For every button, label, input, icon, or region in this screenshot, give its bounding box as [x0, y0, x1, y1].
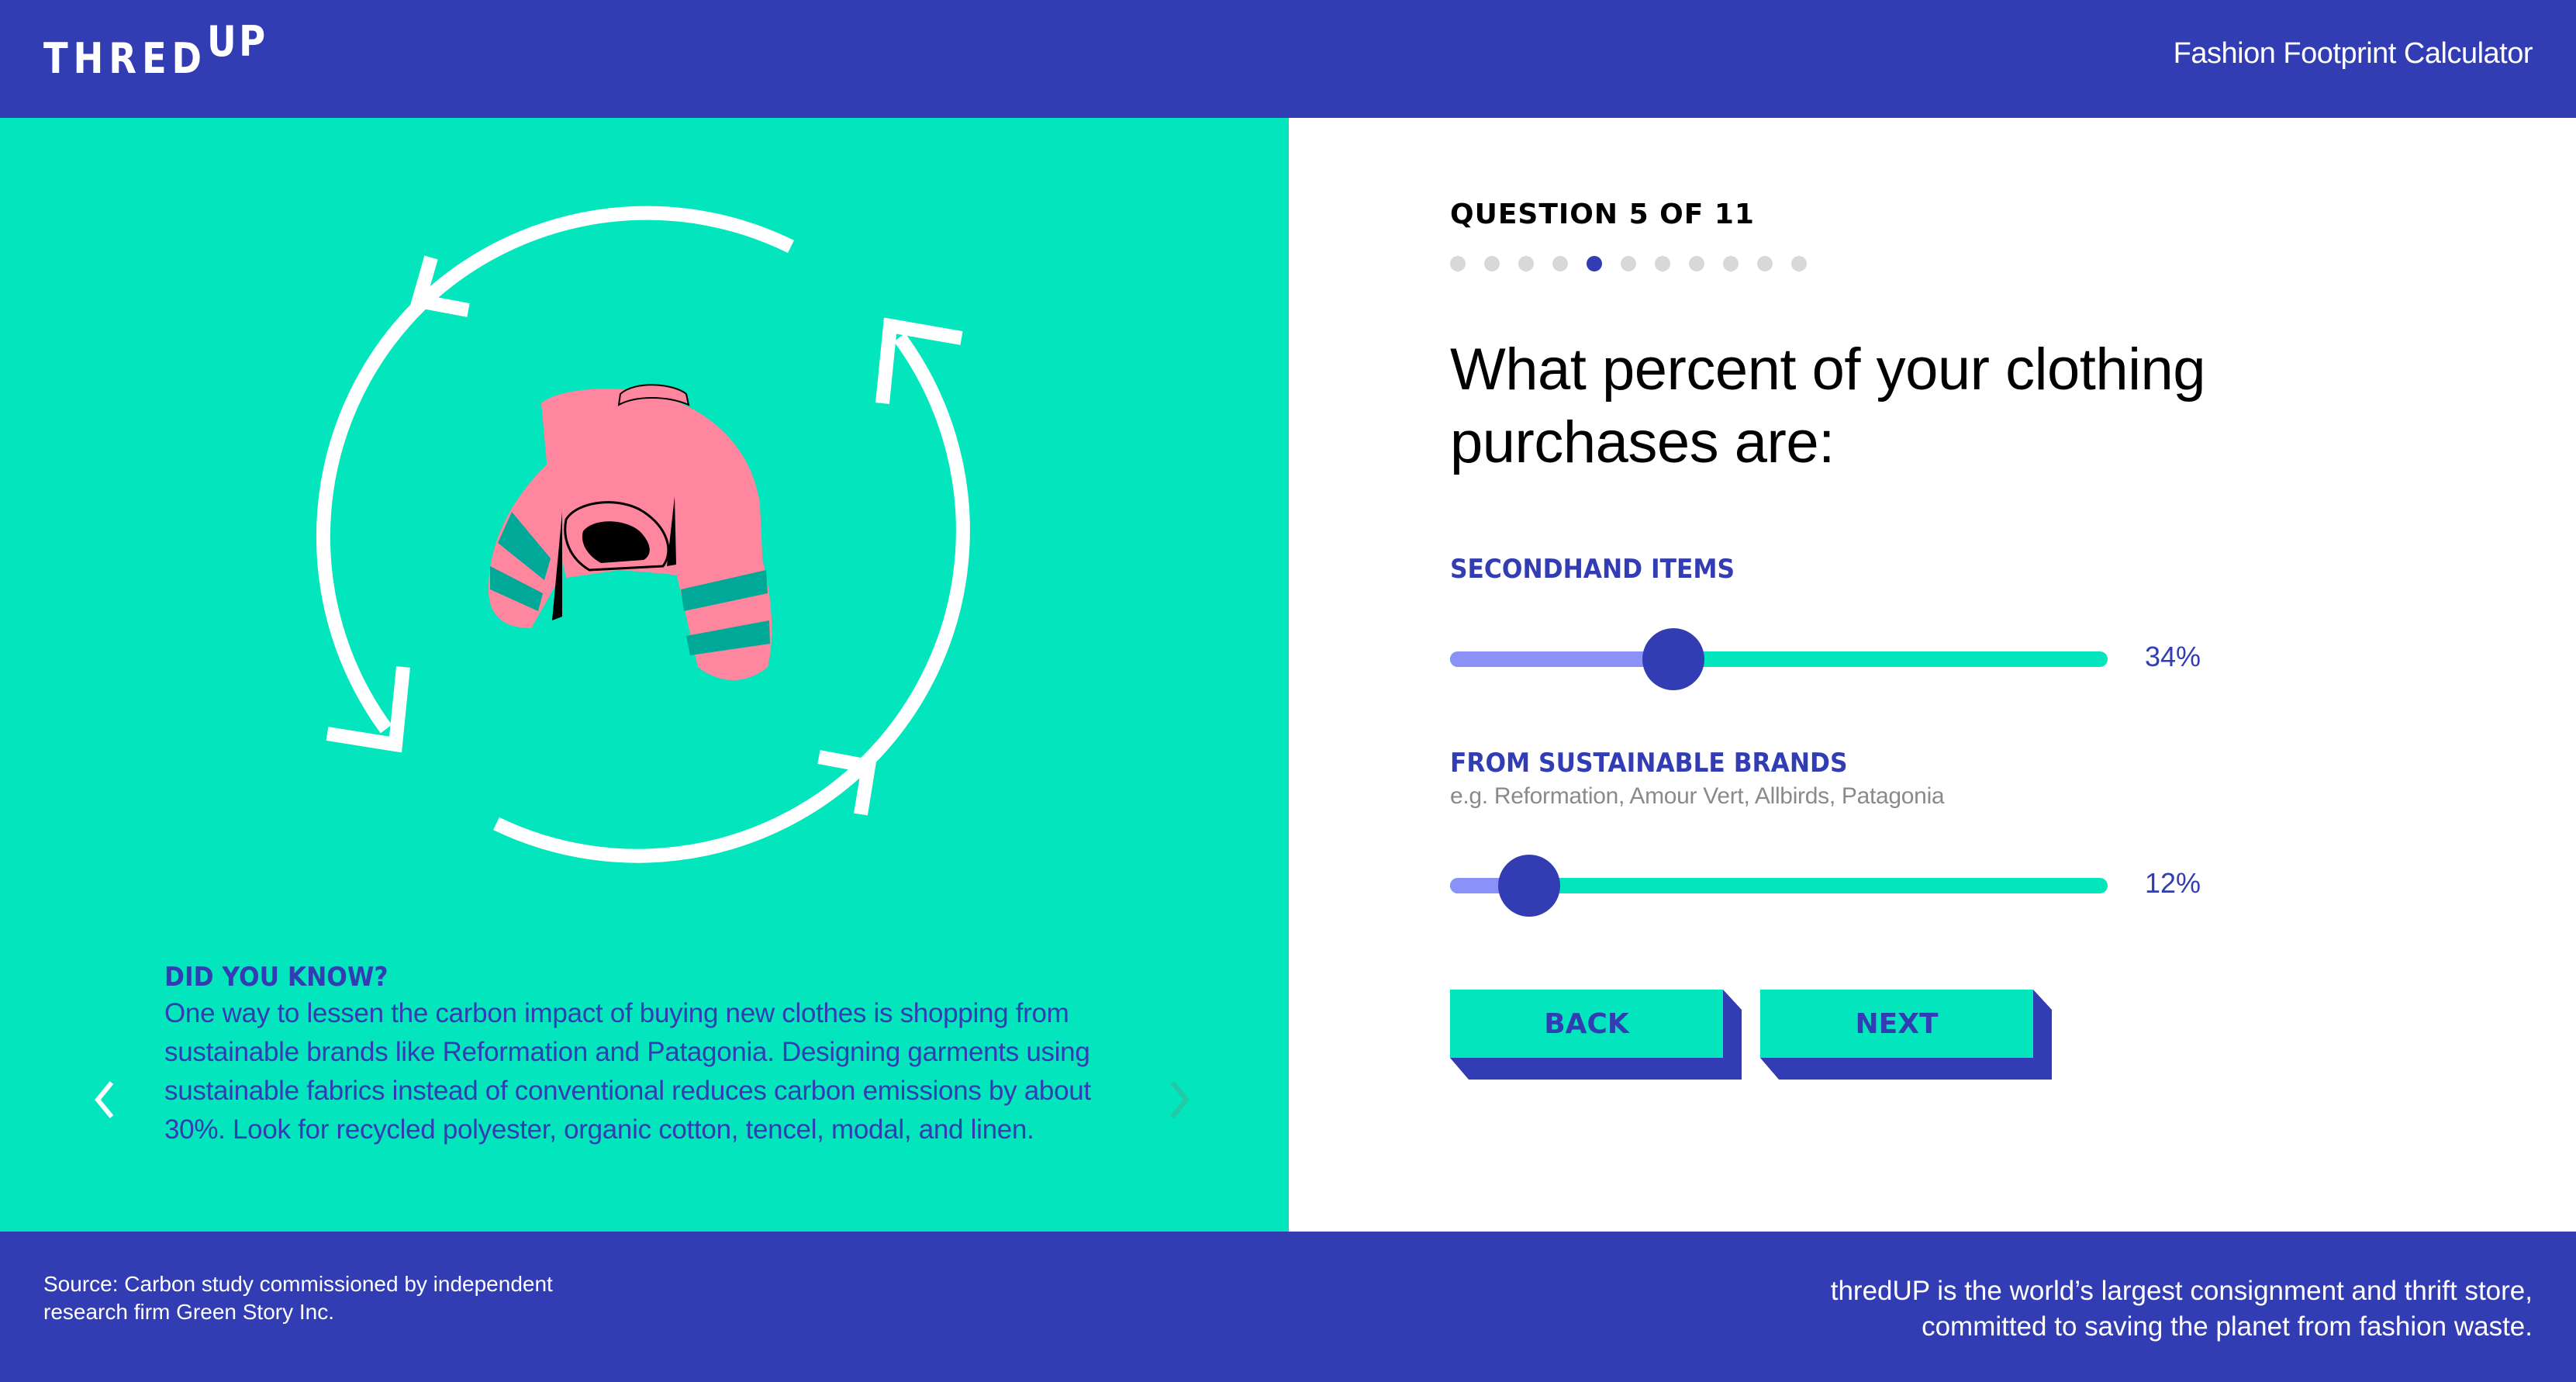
progress-dot: [1689, 256, 1704, 271]
progress-dot: [1757, 256, 1773, 271]
progress-dot: [1723, 256, 1739, 271]
sustainable-brands-value: 12%: [2145, 867, 2201, 899]
progress-dot: [1484, 256, 1500, 271]
progress-dot: [1518, 256, 1534, 271]
progress-dot: [1621, 256, 1636, 271]
source-note: Source: Carbon study commissioned by ind…: [43, 1272, 553, 1324]
did-you-know-title: DID YOU KNOW?: [164, 962, 388, 993]
back-button-label: BACK: [1450, 990, 1723, 1058]
secondhand-value: 34%: [2145, 641, 2201, 672]
sweater-icon: [489, 384, 772, 680]
progress-dots: [1450, 256, 1807, 271]
tagline: thredUP is the world’s largest consignme…: [1602, 1273, 2533, 1345]
slider-fill: [1450, 651, 1674, 667]
slider-subtitle-sustainable: e.g. Reformation, Amour Vert, Allbirds, …: [1450, 783, 1945, 809]
slider-label-sustainable: FROM SUSTAINABLE BRANDS: [1450, 748, 1848, 779]
question-counter: QUESTION 5 OF 11: [1450, 199, 1755, 230]
progress-dot: [1450, 256, 1466, 271]
tagline-line-1: thredUP is the world’s largest consignme…: [1830, 1276, 2533, 1306]
info-panel: DID YOU KNOW? One way to lessen the carb…: [0, 118, 1289, 1232]
thredup-logo[interactable]: THREDUP: [43, 17, 268, 83]
tagline-line-2: committed to saving the planet from fash…: [1922, 1311, 2533, 1342]
slider-thumb[interactable]: [1642, 628, 1705, 690]
did-you-know-body: One way to lessen the carbon impact of b…: [164, 998, 1091, 1145]
chevron-left-icon[interactable]: [90, 1076, 121, 1123]
next-button-label: NEXT: [1760, 990, 2033, 1058]
logo-main-text: THRED: [43, 34, 207, 83]
secondhand-slider[interactable]: [1450, 628, 2108, 690]
progress-dot: [1655, 256, 1670, 271]
question-panel: QUESTION 5 OF 11 What percent of your cl…: [1289, 118, 2576, 1232]
progress-dot: [1791, 256, 1807, 271]
next-button[interactable]: NEXT: [1760, 990, 2052, 1080]
logo-superscript: UP: [206, 17, 268, 66]
app-title: Fashion Footprint Calculator: [2173, 37, 2533, 70]
footer: Source: Carbon study commissioned by ind…: [0, 1232, 2576, 1382]
chevron-right-icon[interactable]: [1163, 1076, 1194, 1123]
progress-dot-active: [1587, 256, 1602, 271]
back-button[interactable]: BACK: [1450, 990, 1742, 1080]
sustainable-brands-slider[interactable]: [1450, 855, 2108, 917]
progress-dot: [1552, 256, 1568, 271]
top-header: THREDUP Fashion Footprint Calculator: [0, 0, 2576, 118]
slider-label-secondhand: SECONDHAND ITEMS: [1450, 554, 1735, 585]
slider-thumb[interactable]: [1497, 855, 1560, 917]
question-text: What percent of your clothing purchases …: [1450, 337, 2206, 475]
illustration: [316, 206, 970, 863]
